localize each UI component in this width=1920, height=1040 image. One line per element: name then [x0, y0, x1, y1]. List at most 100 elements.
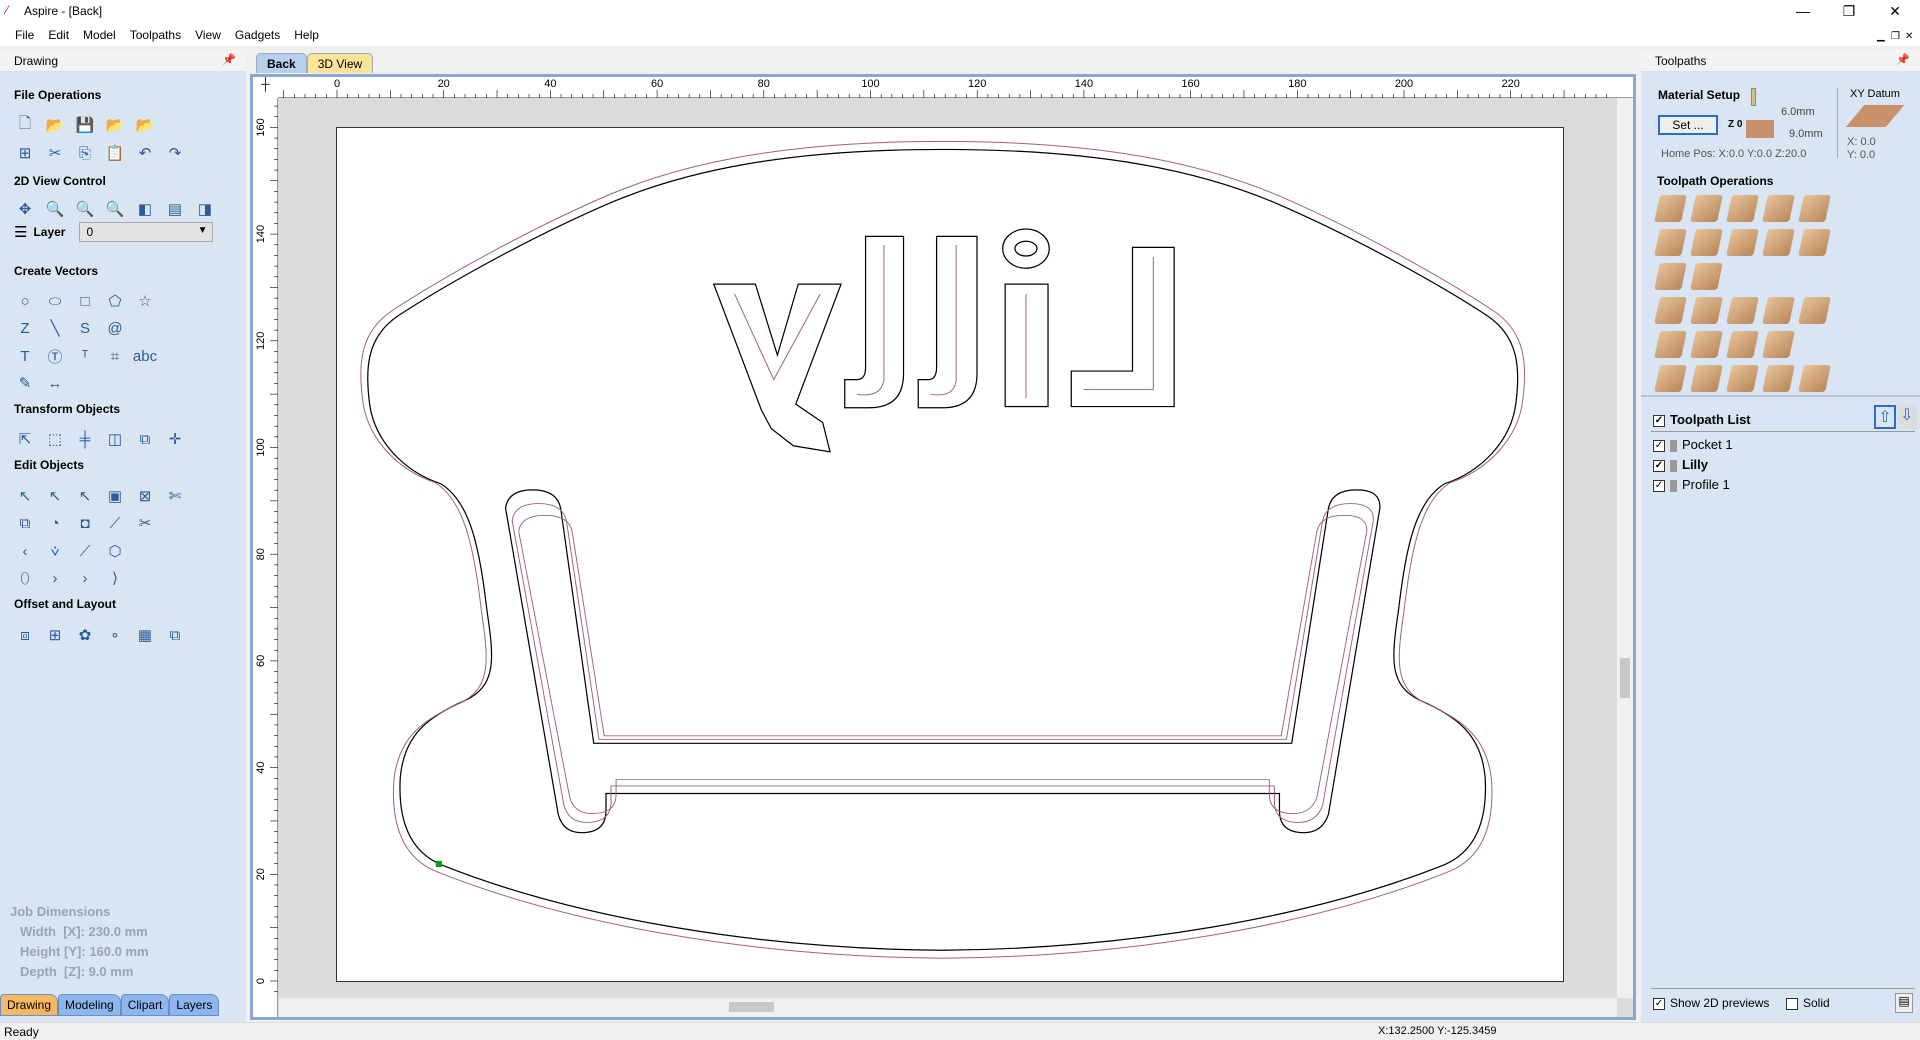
path-array-icon[interactable]: ∘ [104, 624, 126, 646]
calculator-icon[interactable] [1798, 297, 1831, 324]
pin-icon[interactable]: 📌 [1896, 53, 1910, 66]
intersect-icon[interactable]: ◘ [74, 512, 96, 534]
material-set-button[interactable]: Set ... [1658, 115, 1718, 135]
ungroup-icon[interactable]: ⊠ [134, 485, 156, 507]
menu-help[interactable]: Help [287, 24, 326, 46]
horizontal-scroll-thumb[interactable] [729, 1002, 774, 1012]
seat-u-vector[interactable] [504, 489, 1381, 834]
offset-icon[interactable]: ⧈ [14, 624, 36, 646]
couch-outline-vector[interactable] [367, 148, 1519, 951]
align-icon[interactable]: ╪ [74, 428, 96, 450]
spline-icon[interactable]: S [74, 317, 96, 339]
tab-modeling[interactable]: Modeling [58, 994, 121, 1016]
move-icon[interactable]: ⇱ [14, 428, 36, 450]
delete-toolpath-icon[interactable] [1762, 297, 1795, 324]
horizontal-scrollbar[interactable] [279, 998, 1617, 1017]
merge-icon[interactable] [1726, 331, 1759, 358]
polyline-icon[interactable]: Z [14, 317, 36, 339]
copy-toolpath-icon[interactable] [1726, 297, 1759, 324]
toolpath-checkbox[interactable]: ✓ [1653, 439, 1665, 452]
copy-icon[interactable]: ⎘ [74, 142, 96, 164]
toolpath-summary-button[interactable]: ▤ [1895, 993, 1913, 1013]
letter-l1-vector[interactable] [844, 235, 905, 409]
weld-icon[interactable]: ⧉ [14, 512, 36, 534]
toolpath-checkbox[interactable]: ✓ [1653, 459, 1665, 472]
array-icon[interactable]: ⊞ [44, 624, 66, 646]
letter-y-vector[interactable] [712, 283, 842, 453]
mirror-icon[interactable]: ◫ [104, 428, 126, 450]
fit-to-icon[interactable]: ⧉ [164, 624, 186, 646]
view-left-icon[interactable]: ◧ [134, 198, 156, 220]
toolpath-list-item[interactable]: ✓ Lilly [1653, 457, 1733, 477]
menu-edit[interactable]: Edit [41, 24, 76, 46]
fillet-icon[interactable]: ⩒ [44, 540, 66, 562]
import-icon[interactable]: 📂 [134, 114, 156, 136]
time-estimate-icon[interactable] [1690, 365, 1723, 392]
extend-icon[interactable]: › [44, 567, 66, 589]
v-carve-icon[interactable] [1654, 229, 1687, 256]
menu-view[interactable]: View [188, 24, 228, 46]
zoom-selection-icon[interactable]: 🔍 [104, 198, 126, 220]
join-icon[interactable]: ⟋ [104, 512, 126, 534]
open-folder-icon[interactable]: 📂 [44, 114, 66, 136]
bitmap-trace-icon[interactable]: ⌗ [104, 345, 126, 367]
ellipse-icon[interactable]: ⬭ [44, 290, 66, 312]
dimension-icon[interactable]: ✎ [14, 372, 36, 394]
pocket-icon[interactable] [1690, 195, 1723, 222]
paste-icon[interactable]: 📋 [104, 142, 126, 164]
node-edit-icon[interactable]: ↖ [44, 485, 66, 507]
scale-icon[interactable]: ⬚ [44, 428, 66, 450]
text-box-icon[interactable]: Ⓣ [44, 345, 66, 367]
text-icon[interactable]: T [14, 345, 36, 367]
edit-toolpath-icon[interactable] [1690, 297, 1723, 324]
zoom-fit-icon[interactable]: 🔍 [74, 198, 96, 220]
restore-button[interactable]: ❐ [1826, 0, 1872, 24]
tab-drawing[interactable]: Drawing [0, 994, 59, 1016]
profile-icon[interactable] [1654, 195, 1687, 222]
smooth-icon[interactable]: ⬯ [14, 567, 36, 589]
letter-L-vector[interactable] [1070, 246, 1175, 408]
line-fit-icon[interactable]: ⟋ [74, 540, 96, 562]
nesting-icon[interactable]: ▦ [134, 624, 156, 646]
scissors-icon[interactable]: ✂ [134, 512, 156, 534]
set-origin-icon[interactable]: ✛ [164, 428, 186, 450]
texture-icon[interactable] [1726, 229, 1759, 256]
letter-i-vector[interactable] [1004, 283, 1049, 408]
measure-icon[interactable]: ↔ [44, 372, 66, 394]
select-icon[interactable]: ↖ [14, 485, 36, 507]
3d-roughing-icon[interactable] [1654, 263, 1687, 290]
save-icon[interactable]: 💾 [74, 114, 96, 136]
reset-preview-icon[interactable] [1798, 365, 1831, 392]
vertical-scroll-thumb[interactable] [1620, 658, 1630, 698]
menu-toolpaths[interactable]: Toolpaths [123, 24, 188, 46]
toolpath-list-item[interactable]: ✓ Profile 1 [1653, 477, 1733, 497]
xy-datum-icon[interactable] [1845, 105, 1905, 127]
pan-icon[interactable]: ✥ [14, 198, 36, 220]
layer-select[interactable]: 0 ▼ [79, 222, 214, 242]
3d-finishing-icon[interactable] [1690, 263, 1723, 290]
drilling-icon[interactable] [1726, 195, 1759, 222]
polygon-icon[interactable]: ⬠ [104, 290, 126, 312]
tool-database-icon[interactable] [1726, 365, 1759, 392]
zoom-box-icon[interactable]: 🔍 [44, 198, 66, 220]
inlay-icon[interactable] [1798, 195, 1831, 222]
rectangle-icon[interactable]: □ [74, 290, 96, 312]
vectric-icon[interactable] [1762, 331, 1795, 358]
quick-engrave-icon[interactable] [1762, 195, 1795, 222]
show-2d-previews-checkbox[interactable]: ✓ Show 2D previews [1653, 996, 1769, 1010]
break-icon[interactable]: ⟩ [104, 567, 126, 589]
vertical-scrollbar[interactable] [1617, 98, 1633, 998]
redo-icon[interactable]: ↷ [164, 142, 186, 164]
subtract-icon[interactable]: ◔ [44, 512, 66, 534]
circular-array-icon[interactable]: ✿ [74, 624, 96, 646]
letter-l2-vector[interactable] [917, 235, 978, 409]
moulding-icon[interactable] [1798, 229, 1831, 256]
tab-back[interactable]: Back [256, 53, 307, 73]
curve-fit-icon[interactable]: ‹ [14, 540, 36, 562]
circle-icon[interactable]: ○ [14, 290, 36, 312]
view-center-icon[interactable]: ▤ [164, 198, 186, 220]
menu-file[interactable]: File [8, 24, 41, 46]
close-button[interactable]: ✕ [1872, 0, 1918, 24]
view-right-icon[interactable]: ◨ [194, 198, 216, 220]
prism-icon[interactable] [1762, 229, 1795, 256]
